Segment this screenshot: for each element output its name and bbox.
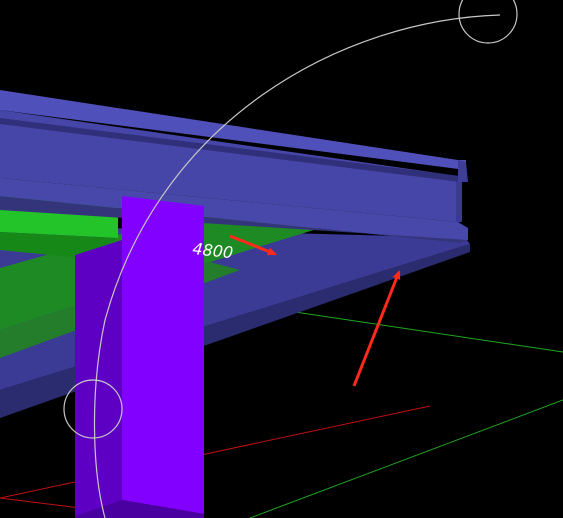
column-side xyxy=(75,240,122,518)
orbit-handle-icon[interactable] xyxy=(458,0,518,44)
grid-line-green-2 xyxy=(249,399,563,518)
model-canvas[interactable]: 4800 xyxy=(0,0,563,518)
grid-line-red xyxy=(0,405,431,499)
beam-end-web xyxy=(456,182,462,222)
3d-model-viewport[interactable]: 4800 xyxy=(0,0,563,518)
beam-end-top xyxy=(458,160,468,182)
